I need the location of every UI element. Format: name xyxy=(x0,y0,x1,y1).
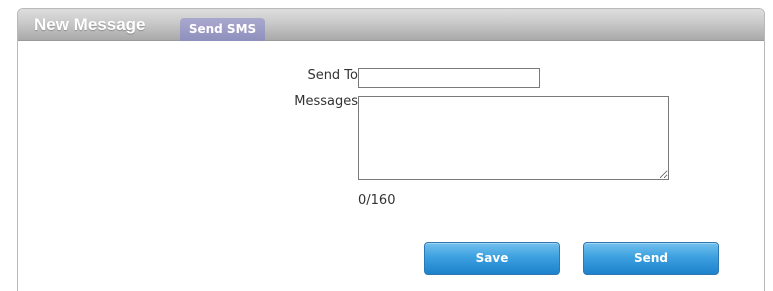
send-to-label: Send To xyxy=(307,68,358,83)
panel-title: New Message xyxy=(34,15,146,34)
new-message-panel: New Message Send SMS Send To Messages 0/… xyxy=(17,8,765,291)
messages-textarea[interactable] xyxy=(358,96,669,180)
send-to-input[interactable] xyxy=(358,68,540,88)
send-button[interactable]: Send xyxy=(583,242,719,275)
messages-label: Messages xyxy=(294,94,358,109)
tab-send-sms[interactable]: Send SMS xyxy=(180,18,265,41)
character-counter: 0/160 xyxy=(358,193,396,208)
panel-header: New Message Send SMS xyxy=(18,9,764,41)
save-button[interactable]: Save xyxy=(424,242,560,275)
